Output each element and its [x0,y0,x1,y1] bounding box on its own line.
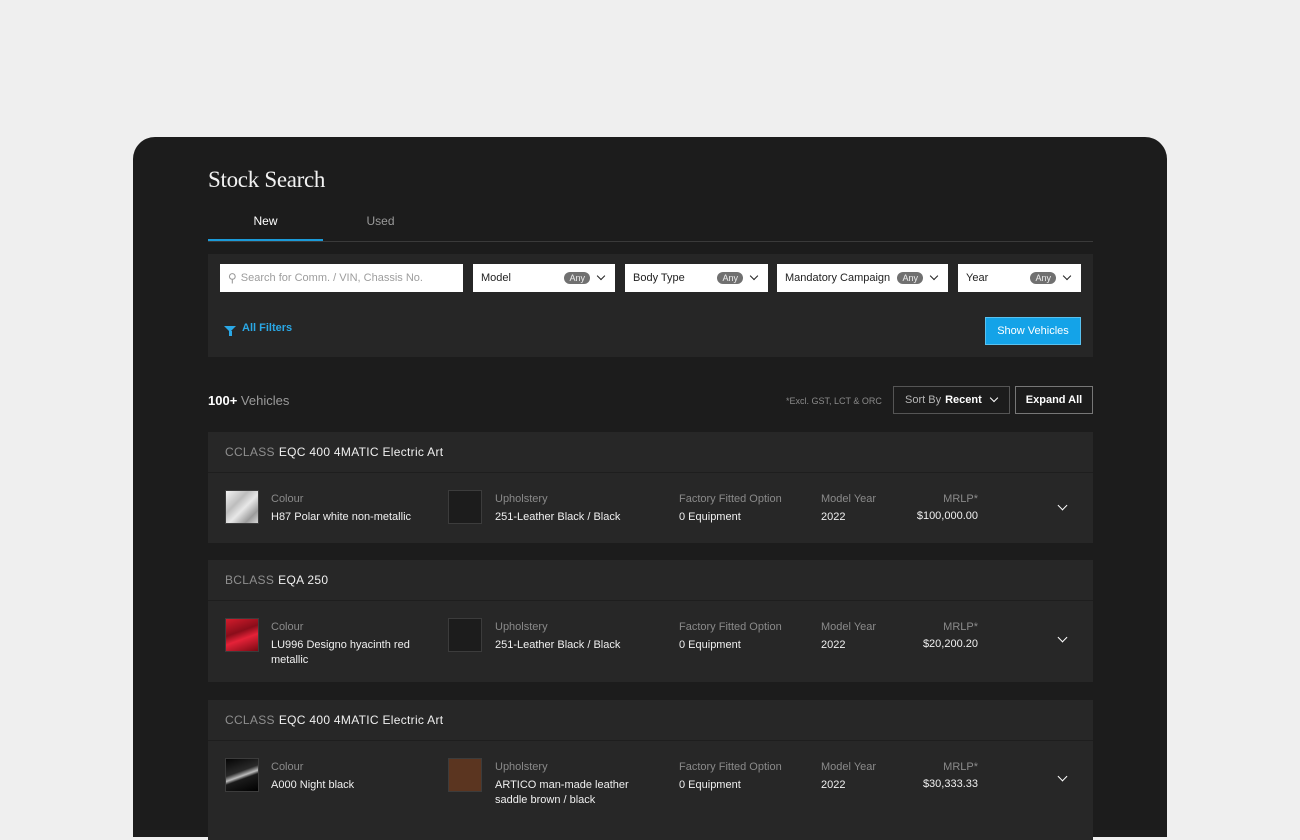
results-count-number: 100+ [208,393,238,408]
price-note: *Excl. GST, LCT & ORC [786,396,882,406]
expand-chevron-icon[interactable] [1057,771,1068,782]
body-type-select-label: Body Type [633,272,685,284]
price-label: MRLP* [943,493,978,505]
model-year-label: Model Year [821,493,877,505]
colour-label: Colour [271,761,304,773]
vehicle-card[interactable]: CCLASS EQC 400 4MATIC Electric Art Colou… [208,432,1093,543]
factory-option-label: Factory Fitted Option [679,493,782,505]
body-type-select-value: Any [717,272,743,284]
chevron-down-icon [929,271,939,281]
model-year-value: 2022 [821,511,846,523]
all-filters-label: All Filters [242,322,293,334]
upholstery-value: 251-Leather Black / Black [495,511,621,523]
search-placeholder: Search for Comm. / VIN, Chassis No. [240,272,423,284]
upholstery-label: Upholstery [495,761,548,773]
chevron-down-icon [749,271,759,281]
price-label: MRLP* [943,761,978,773]
model-year-label: Model Year [821,761,877,773]
upholstery-value: ARTICO man-made leather saddle brown / b… [495,779,629,806]
colour-value: LU996 Designo hyacinth red metallic [271,639,410,666]
vehicle-card-body: Colour A000 Night black Upholstery ARTIC… [208,741,1093,840]
vehicle-class: CCLASS [225,445,275,459]
all-filters-button[interactable]: All Filters [224,322,293,336]
sort-label: Sort By [905,394,942,406]
colour-swatch [225,758,259,792]
vehicle-card-header: BCLASS EQA 250 [208,560,1093,601]
vehicle-name: EQC 400 4MATIC Electric Art [278,713,444,727]
vehicle-class: CCLASS [225,713,275,727]
vehicle-class: BCLASS [225,573,275,587]
expand-all-button[interactable]: Expand All [1015,386,1093,414]
results-count-label: Vehicles [240,393,290,408]
search-icon: ⚲ [228,271,237,285]
filter-bar: ⚲ Search for Comm. / VIN, Chassis No. Mo… [208,254,1093,357]
chevron-down-icon [596,271,606,281]
factory-option-value: 0 Equipment [679,779,741,791]
vehicle-card-header: CCLASS EQC 400 4MATIC Electric Art [208,432,1093,473]
factory-option-value: 0 Equipment [679,511,741,523]
stock-search-panel: Stock Search New Used ⚲ Search for Comm.… [133,137,1167,840]
tab-new[interactable]: New [208,212,323,241]
year-select[interactable]: Year Any [958,264,1081,292]
sort-value: Recent [945,394,982,406]
upholstery-swatch [448,490,482,524]
vehicle-card[interactable]: BCLASS EQA 250 Colour LU996 Designo hyac… [208,560,1093,682]
vehicle-card[interactable]: CCLASS EQC 400 4MATIC Electric Art Colou… [208,700,1093,840]
model-year-label: Model Year [821,621,877,633]
search-input[interactable]: ⚲ Search for Comm. / VIN, Chassis No. [220,264,463,292]
price-value: $20,200.20 [922,638,978,650]
filter-icon [224,325,236,336]
page-title: Stock Search [208,167,326,192]
model-select-value: Any [564,272,590,284]
model-select-label: Model [481,272,511,284]
upholstery-value: 251-Leather Black / Black [495,639,621,651]
colour-label: Colour [271,621,304,633]
upholstery-label: Upholstery [495,493,548,505]
mandatory-campaign-select-value: Any [897,272,923,284]
colour-swatch [225,490,259,524]
body-type-select[interactable]: Body Type Any [625,264,768,292]
tab-bar: New Used [208,212,1093,242]
upholstery-swatch [448,618,482,652]
vehicle-card-body: Colour LU996 Designo hyacinth red metall… [208,601,1093,682]
vehicle-card-header: CCLASS EQC 400 4MATIC Electric Art [208,700,1093,741]
model-select[interactable]: Model Any [473,264,615,292]
colour-swatch [225,618,259,652]
price-label: MRLP* [943,621,978,633]
model-year-value: 2022 [821,779,846,791]
expand-chevron-icon[interactable] [1057,632,1068,643]
model-year-value: 2022 [821,639,846,651]
vehicle-name: EQA 250 [278,573,329,587]
factory-option-value: 0 Equipment [679,639,741,651]
tab-used[interactable]: Used [323,212,438,241]
vehicle-card-body: Colour H87 Polar white non-metallic Upho… [208,473,1093,543]
expand-chevron-icon[interactable] [1057,500,1068,511]
chevron-down-icon [989,393,999,403]
colour-value: H87 Polar white non-metallic [271,511,412,523]
upholstery-swatch [448,758,482,792]
price-value: $30,333.33 [922,778,978,790]
year-select-label: Year [966,272,989,284]
vehicle-name: EQC 400 4MATIC Electric Art [278,445,444,459]
chevron-down-icon [1062,271,1072,281]
show-vehicles-button[interactable]: Show Vehicles [985,317,1081,345]
factory-option-label: Factory Fitted Option [679,621,782,633]
mandatory-campaign-select-label: Mandatory Campaign [785,272,891,284]
year-select-value: Any [1030,272,1056,284]
colour-label: Colour [271,493,304,505]
results-count: 100+ Vehicles [208,393,289,408]
factory-option-label: Factory Fitted Option [679,761,782,773]
mandatory-campaign-select[interactable]: Mandatory Campaign Any [777,264,948,292]
colour-value: A000 Night black [271,779,355,791]
upholstery-label: Upholstery [495,621,548,633]
sort-dropdown[interactable]: Sort By Recent [893,386,1010,414]
price-value: $100,000.00 [916,510,978,522]
